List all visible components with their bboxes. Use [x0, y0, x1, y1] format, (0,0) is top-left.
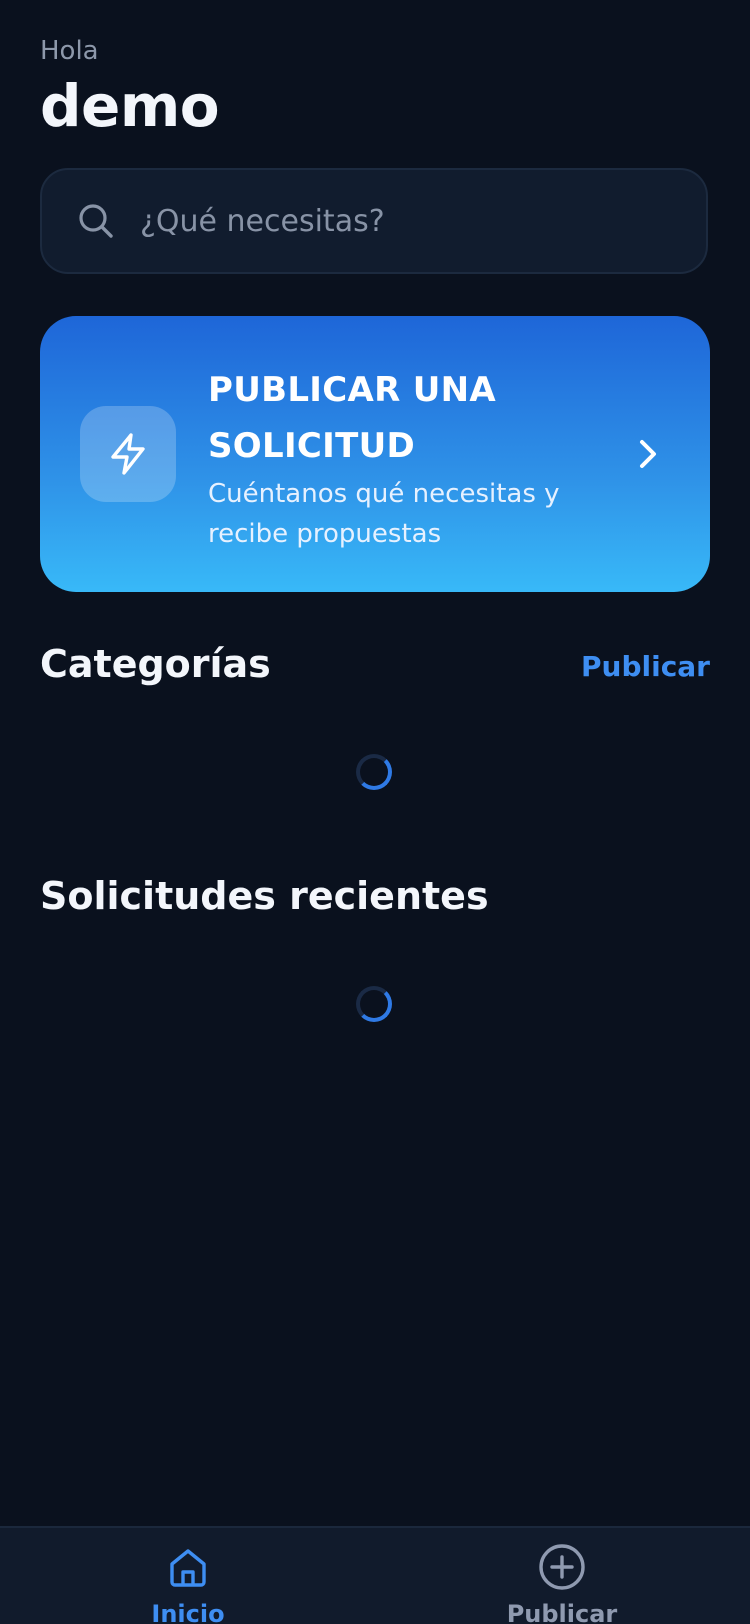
- tab-inicio-label: Inicio: [151, 1600, 225, 1624]
- home-screen: Hola demo PUBLICAR UNA SOLICITUD Cuéntan…: [0, 0, 750, 1624]
- search-bar[interactable]: [40, 168, 708, 274]
- chevron-right-icon: [632, 434, 664, 474]
- categories-title: Categorías: [40, 642, 271, 686]
- user-name: demo: [40, 72, 220, 140]
- plus-circle-icon: [537, 1542, 587, 1592]
- bottom-tab-bar: Inicio Publicar: [0, 1526, 750, 1624]
- recent-requests-title: Solicitudes recientes: [40, 874, 489, 918]
- lightning-icon: [80, 406, 176, 502]
- publish-request-subtitle: Cuéntanos qué necesitas y recibe propues…: [208, 479, 560, 549]
- home-icon: [163, 1542, 213, 1592]
- publish-request-card[interactable]: PUBLICAR UNA SOLICITUD Cuéntanos qué nec…: [40, 316, 710, 592]
- publish-request-title: PUBLICAR UNA SOLICITUD: [208, 370, 497, 466]
- search-icon: [76, 201, 116, 241]
- recent-requests-loading-spinner: [356, 986, 392, 1022]
- tab-publicar-label: Publicar: [506, 1600, 618, 1624]
- greeting-label: Hola: [40, 36, 99, 66]
- tab-publicar[interactable]: Publicar: [462, 1542, 662, 1624]
- tab-inicio[interactable]: Inicio: [88, 1542, 288, 1624]
- search-input[interactable]: [138, 202, 686, 240]
- categories-loading-spinner: [356, 754, 392, 790]
- categories-publish-link[interactable]: Publicar: [581, 650, 710, 683]
